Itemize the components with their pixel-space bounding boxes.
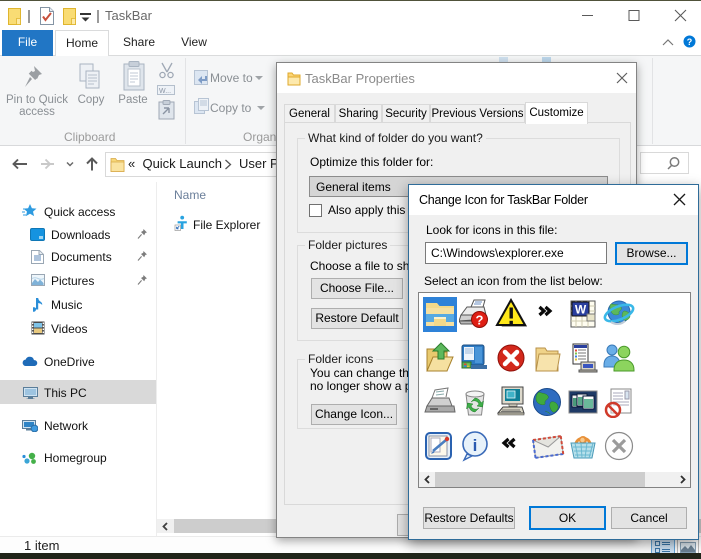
svg-text:W...: W... bbox=[159, 88, 171, 95]
svg-text:?: ? bbox=[687, 37, 693, 47]
svg-text:W: W bbox=[575, 303, 587, 317]
svg-text:?: ? bbox=[476, 313, 484, 328]
svg-text:i: i bbox=[473, 436, 478, 455]
